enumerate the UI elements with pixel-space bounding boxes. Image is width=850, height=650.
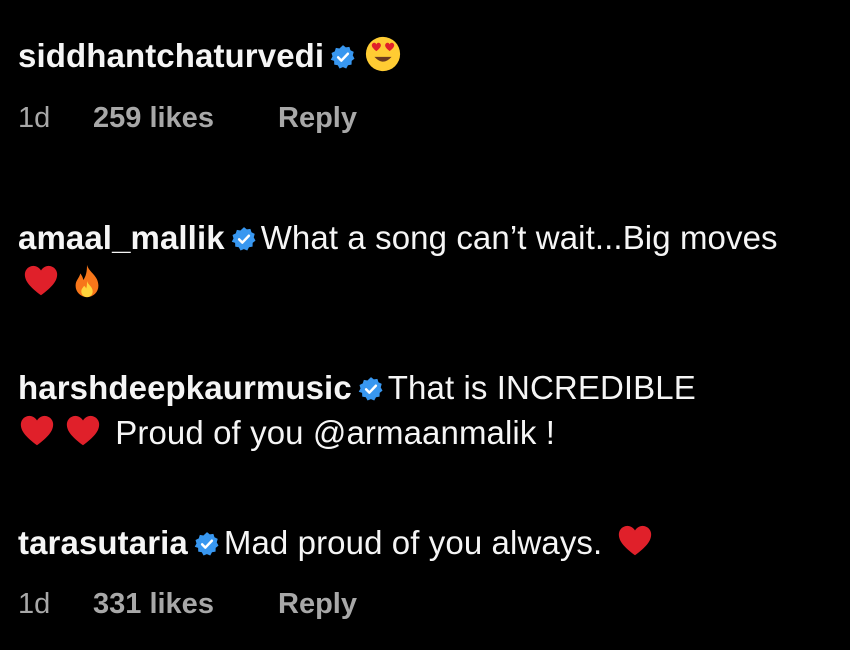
red-heart-emoji-icon <box>24 265 58 296</box>
verified-badge-icon <box>231 227 256 251</box>
comment-harshdeepkaurmusic: harshdeepkaurmusic That is INCREDIBLE Pro… <box>18 365 808 455</box>
comment-username[interactable]: tarasutaria <box>18 524 188 561</box>
comment-siddhantchaturvedi: siddhantchaturvedi <box>18 33 838 78</box>
comment-username[interactable]: siddhantchaturvedi <box>18 37 324 74</box>
verified-badge-icon <box>358 377 383 401</box>
comment-amaal-mallik: amaal_mallik What a song can’t wait...Big… <box>18 215 778 305</box>
comment-meta: 1d 331 likes Reply <box>18 588 357 621</box>
comment-likes[interactable]: 259 likes <box>93 102 278 135</box>
fire-emoji-icon <box>75 264 99 298</box>
red-heart-emoji-icon <box>618 525 651 556</box>
comment-text-mention[interactable]: Proud of you @armaanmalik ! <box>115 414 555 451</box>
comment-time: 1d <box>18 102 51 134</box>
reply-button[interactable]: Reply <box>278 102 357 135</box>
comment-tarasutaria: tarasutaria Mad proud of you always. <box>18 520 838 565</box>
reply-button[interactable]: Reply <box>278 588 357 621</box>
comment-text: What a song can’t wait...Big moves <box>260 219 778 256</box>
red-heart-emoji-icon <box>20 415 54 446</box>
verified-badge-icon <box>194 532 219 556</box>
red-heart-emoji-icon <box>66 415 100 446</box>
comment-likes[interactable]: 331 likes <box>93 588 278 621</box>
comment-time: 1d <box>18 588 51 620</box>
comment-username[interactable]: amaal_mallik <box>18 219 225 256</box>
comment-username[interactable]: harshdeepkaurmusic <box>18 369 352 406</box>
verified-badge-icon <box>330 45 355 69</box>
comment-meta: 1d 259 likes Reply <box>18 102 357 135</box>
comment-text: Mad proud of you always. <box>223 524 603 561</box>
heart-eyes-emoji-icon <box>366 36 401 72</box>
comment-text: That is INCREDIBLE <box>387 369 696 406</box>
